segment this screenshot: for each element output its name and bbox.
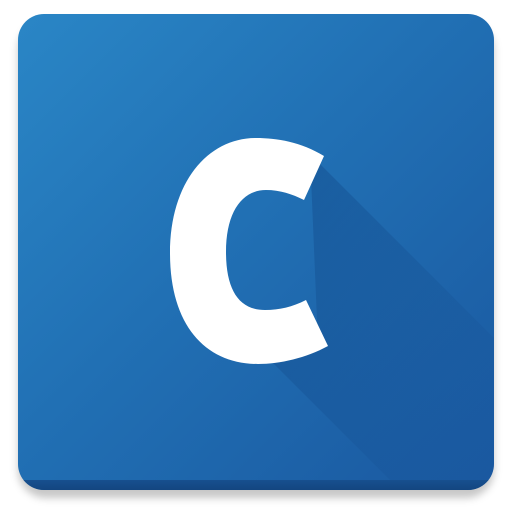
icon-stage	[0, 0, 512, 512]
app-icon[interactable]	[18, 14, 494, 490]
icon-bottom-edge	[18, 480, 494, 490]
letter-c-icon	[170, 138, 328, 364]
